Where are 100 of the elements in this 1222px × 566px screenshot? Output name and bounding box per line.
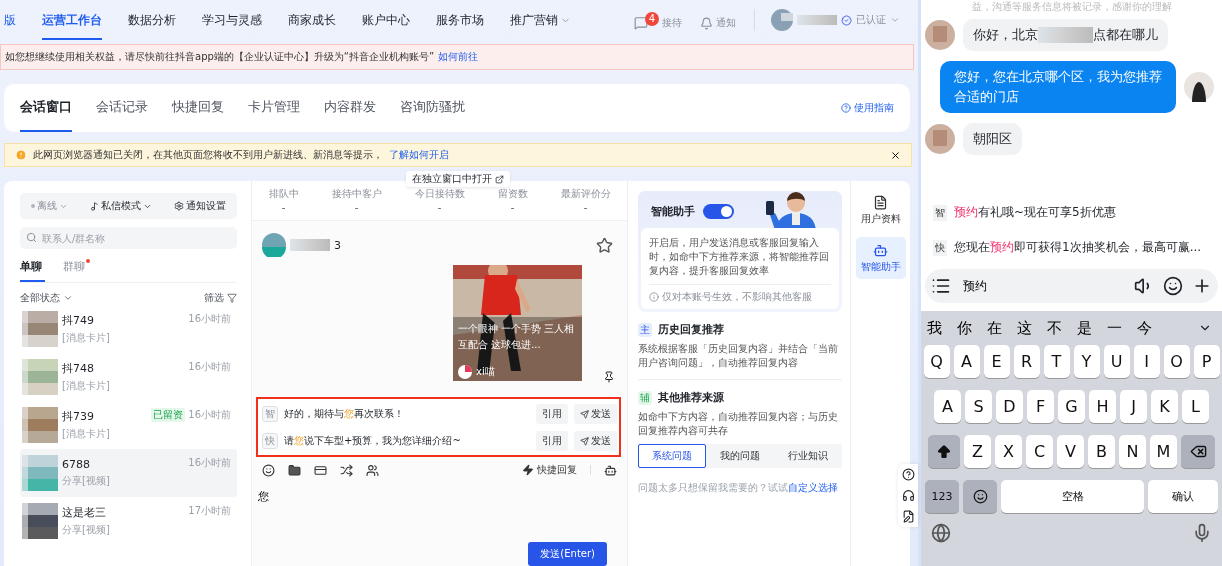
keyboard-key[interactable]: R [1013,345,1040,378]
stat-label: 接待中客户 [331,187,382,201]
candidate-word[interactable]: 是 [1077,318,1092,338]
nav-action[interactable]: 4 接待 [633,10,682,30]
nav-item[interactable]: 学习与灵感 [202,0,262,40]
send-enter-button[interactable]: 发送(Enter) [528,542,607,566]
keyboard-key[interactable]: C [1026,435,1053,468]
suggested-reply[interactable]: 您现在预约即可获得1次抽奖机会，最高可赢... [954,239,1202,256]
status-filter[interactable]: 全部状态 [20,291,73,305]
keyboard-key[interactable]: K [1151,390,1178,423]
suggested-reply[interactable]: 预约有礼哦~现在可享5折优惠 [954,204,1116,221]
stat-value: - [354,202,359,213]
page-tab[interactable]: 会话记录 [96,84,148,132]
alert-link[interactable]: 如何前往 [438,50,479,64]
keyboard-key[interactable]: V [1057,435,1084,468]
guide-link[interactable]: 使用指南 [841,84,894,132]
keyboard-key[interactable]: U [1103,345,1130,378]
nav-item[interactable]: 数据分析 [128,0,176,40]
contact-item[interactable]: 抖749 [消息卡片] 16小时前 [20,305,237,353]
nav-item[interactable]: 推广营销 [510,0,571,40]
contact-name: 6788 [62,458,91,471]
keyboard-key[interactable]: N [1119,435,1146,468]
page-tab[interactable]: 会话窗口 [20,84,72,132]
keyboard-key[interactable]: H [1089,390,1116,423]
contact-name: 抖748 [62,361,95,376]
keyboard-key[interactable]: E [983,345,1010,378]
notice-link[interactable]: 了解如何开启 [389,148,449,162]
keyboard-key[interactable]: A [934,390,961,423]
source-tag: 快 [933,239,947,256]
page-tab[interactable]: 咨询防骚扰 [400,84,465,132]
page-tab[interactable]: 卡片管理 [248,84,300,132]
candidate-word[interactable]: 这 [1017,318,1032,338]
privacy-note: 益，沟通等服务信息将被记录，感谢你的理解 [970,0,1173,13]
message-input[interactable]: 预约 [925,269,1218,303]
confirm-key[interactable]: 确认 [1148,480,1218,513]
keyboard-key[interactable]: B [1088,435,1115,468]
space-key[interactable]: 空格 [1001,480,1144,513]
contact-time: 16小时前 [188,360,231,374]
keyboard-key[interactable]: X [995,435,1022,468]
quote-button[interactable]: 引用 [536,404,568,424]
quick-reply-button[interactable]: 快捷回复 [522,463,577,477]
source-tab[interactable]: 我的问题 [706,444,774,468]
message-input[interactable]: 您 [256,489,556,504]
number-key[interactable]: 123 [925,480,959,513]
nav-item[interactable]: 服务市场 [436,0,484,40]
page-tab[interactable]: 快捷回复 [172,84,224,132]
candidate-word[interactable]: 我 [927,318,942,338]
side-tab[interactable]: 用户资料 [855,189,906,231]
alert-text: 如您想继续使用相关权益，请尽快前往抖音app端的【企业认证中心】升级为“抖音企业机构账号” [5,50,435,64]
keyboard-key[interactable]: P [1193,345,1220,378]
contact-item[interactable]: 抖739 [消息卡片] 已留资 16小时前 [20,401,237,449]
candidate-word[interactable]: 不 [1047,318,1062,338]
nav-item[interactable]: 运营工作台 [42,0,102,40]
count-badge: 4 [644,12,659,26]
candidate-word[interactable]: 今 [1137,318,1152,338]
verified-label: 已认证 [856,13,886,27]
keyboard-key[interactable]: Y [1073,345,1100,378]
chat-tab[interactable]: 群聊 [63,259,88,282]
candidate-word[interactable]: 一 [1107,318,1122,338]
mode-dropdown[interactable]: 私信模式 [90,199,152,213]
contact-item[interactable]: 这是老三 分享[视频] 17小时前 [20,497,237,545]
contact-item[interactable]: 抖748 [消息卡片] 16小时前 [20,353,237,401]
nav-item[interactable]: 账户中心 [362,0,410,40]
keyboard-key[interactable]: G [1058,390,1085,423]
quote-button[interactable]: 引用 [536,431,568,451]
nav-item[interactable]: 商家成长 [288,0,336,40]
contact-time: 16小时前 [188,456,231,470]
source-tab[interactable]: 行业知识 [774,444,842,468]
contact-item[interactable]: 6788 分享[视频] 16小时前 [20,449,237,497]
candidate-word[interactable]: 在 [987,318,1002,338]
keyboard-key[interactable]: L [1182,390,1209,423]
tooltip: 在独立窗口中打开 [406,171,510,187]
keyboard-key[interactable]: O [1163,345,1190,378]
notice-text: 此网页浏览器通知已关闭，在其他页面您将收不到用户新进线、新消息等提示， [33,148,383,162]
filter-button[interactable]: 筛选 [204,291,237,305]
keyboard-key[interactable]: J [1120,390,1147,423]
chat-tab[interactable]: 单聊 [20,259,45,282]
keyboard-key[interactable]: D [996,390,1023,423]
keyboard-key[interactable]: I [1133,345,1160,378]
keyboard-key[interactable]: Z [964,435,991,468]
brand-text: 版 [4,11,16,29]
send-button[interactable]: 发送 [574,431,617,451]
suggested-reply: 请您说下车型+预算，我为您详细介绍~ [284,434,462,448]
custom-select-link[interactable]: 自定义选择 [788,482,838,493]
assistant-description: 开启后，用户发送消息或客服回复输入时，如命中下方推荐来源，将智能推荐回复内容，提升客服回复效率 [649,236,830,278]
source-tab[interactable]: 系统问题 [638,444,706,468]
notification-settings-button[interactable]: 通知设置 [174,199,226,213]
keyboard-key[interactable]: A [953,345,980,378]
keyboard-key[interactable]: T [1043,345,1070,378]
author-name: xi喵 [476,365,495,379]
send-button[interactable]: 发送 [574,404,617,424]
keyboard-key[interactable]: F [1027,390,1054,423]
search-field[interactable]: 联系人/群名称 [20,227,237,249]
keyboard-key[interactable]: M [1150,435,1177,468]
contact-time: 16小时前 [188,408,231,422]
side-tab[interactable]: 智能助手 [855,237,906,279]
candidate-word[interactable]: 你 [957,318,972,338]
keyboard-key[interactable]: S [965,390,992,423]
page-tab[interactable]: 内容群发 [324,84,376,132]
keyboard-key[interactable]: Q [923,345,950,378]
